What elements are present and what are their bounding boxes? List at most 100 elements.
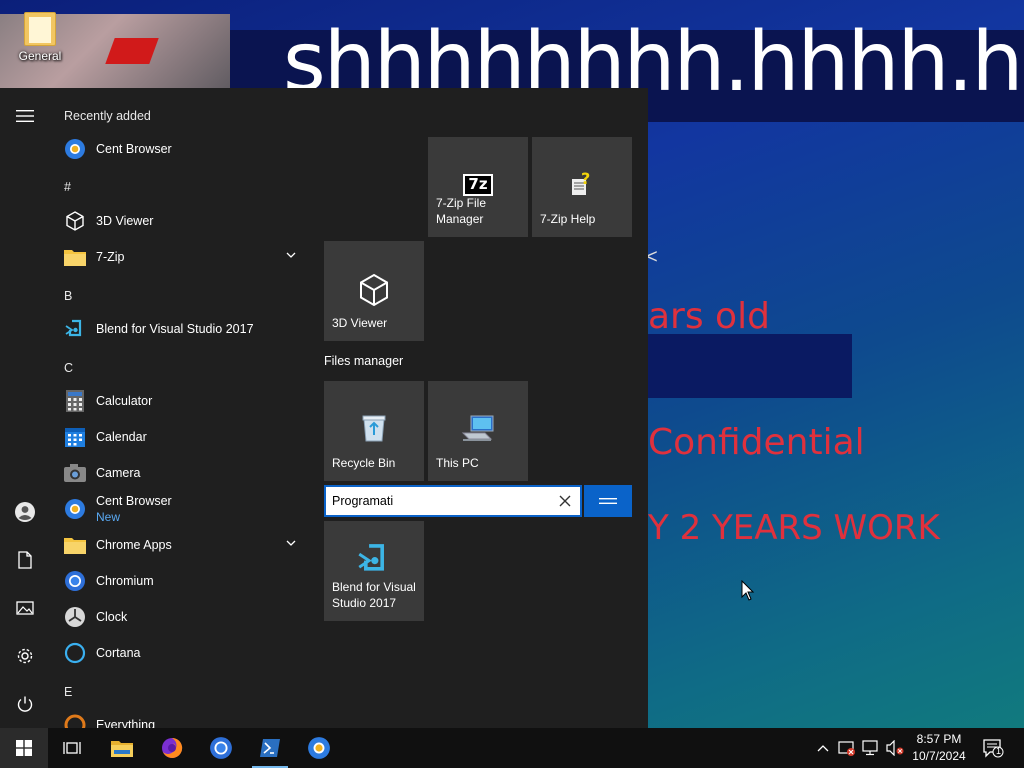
clear-icon[interactable] (558, 494, 572, 508)
calculator-icon (63, 389, 87, 413)
folder-icon (63, 533, 87, 557)
expand-menu-button[interactable] (0, 92, 50, 140)
tile-label: This PC (436, 456, 479, 470)
clock-time: 8:57 PM (916, 732, 962, 746)
taskbar-file-explorer[interactable] (98, 728, 146, 768)
7zip-icon-text: 7z (468, 175, 488, 193)
blend-icon (358, 544, 384, 571)
camera-icon (63, 461, 87, 485)
taskbar-chromium[interactable] (197, 728, 245, 768)
app-label: 7-Zip (96, 250, 125, 264)
recycle-bin-icon (362, 415, 386, 442)
tile-7zip-help[interactable]: ? 7-Zip Help (532, 137, 632, 237)
help-icon: ? (572, 171, 590, 195)
section-header-b[interactable]: B (64, 289, 72, 303)
app-item-3d-viewer[interactable]: 3D Viewer (50, 203, 310, 239)
computer-icon (461, 415, 494, 441)
cube-icon (360, 273, 388, 307)
app-item-clock[interactable]: Clock (50, 599, 310, 635)
app-item-camera[interactable]: Camera (50, 455, 310, 491)
wallpaper-line-3: Y 2 YEARS WORK (648, 508, 940, 548)
recently-added-heading: Recently added (64, 109, 151, 123)
picture-icon (16, 601, 34, 615)
section-header-hash[interactable]: # (64, 180, 71, 194)
app-label: Chromium (96, 574, 154, 588)
settings-button[interactable] (0, 632, 50, 680)
app-label: Cortana (96, 646, 141, 660)
calendar-icon (63, 425, 87, 449)
task-view-button[interactable] (48, 728, 96, 768)
app-item-7-zip[interactable]: 7-Zip (50, 239, 310, 275)
tile-label: 7-Zip File Manager (436, 196, 487, 226)
volume-muted-icon (886, 740, 904, 756)
app-item-cent-browser-recent[interactable]: Cent Browser (50, 131, 310, 167)
start-button[interactable] (0, 728, 48, 768)
desktop-icon-general[interactable]: General (14, 12, 66, 63)
tray-security-button[interactable] (836, 728, 858, 768)
app-label: Everything (96, 718, 156, 728)
new-badge: New (96, 510, 121, 524)
taskbar-cent-browser[interactable] (295, 728, 343, 768)
app-label: Cent Browser (96, 494, 172, 508)
taskbar-firefox[interactable] (148, 728, 196, 768)
cent-browser-icon (63, 497, 87, 521)
tile-blend-vs[interactable]: Blend for Visual Studio 2017 (324, 521, 424, 621)
app-item-chrome-apps[interactable]: Chrome Apps (50, 527, 310, 563)
tile-label: Blend for Visual Studio 2017 (332, 580, 416, 610)
pictures-button[interactable] (0, 584, 50, 632)
app-label: Blend for Visual Studio 2017 (96, 322, 254, 336)
equals-icon (599, 498, 617, 504)
account-button[interactable] (0, 488, 50, 536)
group-rename-input[interactable] (326, 494, 546, 508)
desktop-icon-label: General (18, 49, 62, 63)
security-alert-icon (838, 741, 855, 756)
gear-icon (17, 648, 33, 664)
file-explorer-icon (111, 741, 133, 757)
app-label: Calendar (96, 430, 147, 444)
app-item-chromium[interactable]: Chromium (50, 563, 310, 599)
app-item-blend[interactable]: Blend for Visual Studio 2017 (50, 311, 310, 347)
tile-group-name[interactable]: Files manager (324, 354, 403, 368)
app-label: Chrome Apps (96, 538, 172, 552)
hamburger-icon (16, 110, 34, 122)
section-header-e[interactable]: E (64, 685, 72, 699)
cent-browser-icon (63, 137, 87, 161)
powershell-icon (260, 739, 280, 757)
clock-date: 10/7/2024 (912, 749, 966, 763)
section-header-c[interactable]: C (64, 361, 73, 375)
power-icon (17, 696, 33, 712)
show-hidden-icons-button[interactable] (812, 728, 834, 768)
tray-volume-button[interactable] (884, 728, 906, 768)
start-menu: Recently added Cent Browser # 3D Viewer … (0, 88, 648, 728)
folder-icon (24, 12, 56, 46)
app-item-cent-browser[interactable]: Cent Browser New (50, 491, 310, 527)
app-item-cortana[interactable]: Cortana (50, 635, 310, 671)
network-icon (862, 740, 878, 756)
app-item-calendar[interactable]: Calendar (50, 419, 310, 455)
taskbar-clock[interactable]: 8:57 PM 10/7/2024 (906, 731, 972, 765)
cent-browser-icon (308, 737, 330, 759)
group-rename-confirm-button[interactable] (584, 485, 632, 517)
documents-button[interactable] (0, 536, 50, 584)
power-button[interactable] (0, 680, 50, 728)
tile-label: 7-Zip Help (540, 212, 596, 226)
app-list: Recently added Cent Browser # 3D Viewer … (50, 88, 312, 728)
tray-network-button[interactable] (860, 728, 882, 768)
taskbar-powershell[interactable] (246, 728, 294, 768)
tile-recycle-bin[interactable]: Recycle Bin (324, 381, 424, 481)
action-center-button[interactable]: 1 (978, 728, 1008, 768)
app-item-calculator[interactable]: Calculator (50, 383, 310, 419)
blend-icon (63, 317, 87, 341)
group-rename-field[interactable] (324, 485, 582, 517)
taskbar: 8:57 PM 10/7/2024 1 (0, 728, 1024, 768)
chevron-down-icon[interactable] (286, 538, 296, 548)
wallpaper-line-2: Confidential (648, 422, 865, 463)
chevron-down-icon[interactable] (286, 250, 296, 260)
document-icon (18, 551, 32, 569)
app-item-everything[interactable]: Everything (50, 707, 310, 728)
folder-icon (63, 245, 87, 269)
tile-this-pc[interactable]: This PC (428, 381, 528, 481)
everything-icon (63, 713, 87, 728)
tile-7zip-file-manager[interactable]: 7z 7-Zip File Manager (428, 137, 528, 237)
tile-3d-viewer[interactable]: 3D Viewer (324, 241, 424, 341)
